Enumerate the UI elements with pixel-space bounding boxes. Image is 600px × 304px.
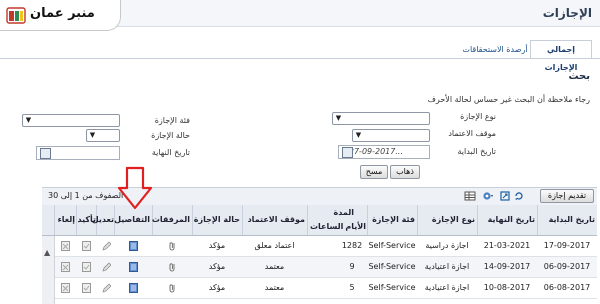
col-leave-category[interactable]: فئة الإجازة [367, 205, 418, 235]
page-title: الإجازات [542, 6, 592, 20]
table-row[interactable]: 17-09-2017 21-03-2021 اجازة دراسية Self-… [42, 236, 597, 257]
settings-gear-icon[interactable] [482, 191, 494, 201]
search-hint-text: رجاء ملاحظة أن البحث غير حساس لحالة الأح… [427, 95, 590, 104]
details-icon[interactable] [129, 241, 138, 251]
leave-category-cell: Self-Service [368, 262, 416, 271]
col-attachments: المرفقات [152, 205, 193, 235]
calendar-icon[interactable] [40, 148, 51, 159]
leave-state-cell: مؤكد [208, 262, 226, 271]
brand-logo-badge: منبر عمان [0, 0, 121, 31]
paperclip-icon[interactable] [168, 262, 177, 272]
col-cancel: إلغاء [54, 205, 77, 235]
paperclip-icon[interactable] [168, 283, 177, 293]
hours-cell [307, 236, 337, 256]
confirm-document-icon[interactable] [82, 283, 91, 293]
go-button[interactable]: ذهاب [390, 165, 420, 179]
col-start-date[interactable]: تاريخ البداية [537, 205, 598, 235]
start-date-value: (27-09-2017... [345, 147, 403, 156]
leave-type-select[interactable]: ▼ [332, 112, 430, 125]
table-view-icon[interactable] [464, 191, 476, 201]
tab-entitlement-balances[interactable]: أرصدة الاستحقاقات [462, 42, 528, 58]
approval-status-select[interactable]: ▼ [352, 129, 430, 142]
cancel-document-icon[interactable] [61, 283, 70, 293]
days-cell: 9 [349, 262, 355, 271]
paperclip-icon[interactable] [168, 241, 177, 251]
scroll-up-icon[interactable]: ▲ [44, 248, 50, 257]
end-date-cell: 14-09-2017 [483, 262, 531, 271]
refresh-icon[interactable] [514, 191, 524, 201]
table-scrollbar[interactable]: ▲ [42, 236, 55, 304]
col-leave-type[interactable]: نوع الإجازة [417, 205, 478, 235]
chevron-down-icon: ▼ [89, 131, 96, 139]
approval-status-cell: معتمد [264, 262, 285, 271]
detach-icon[interactable] [500, 191, 510, 201]
leave-category-label: فئة الإجازة [154, 116, 190, 125]
table-row[interactable]: 06-09-2017 14-09-2017 اجازة اعتيادية Sel… [42, 257, 597, 278]
col-end-date[interactable]: تاريخ النهاية [477, 205, 538, 235]
leave-type-cell: اجازة اعتيادية [424, 283, 470, 292]
submit-leave-button[interactable]: تقديم إجازة [540, 189, 594, 203]
approval-status-label: موقف الاعتماد [448, 129, 496, 138]
col-leave-state[interactable]: حالة الإجازة [192, 205, 243, 235]
hours-cell [307, 278, 337, 298]
col-confirm: تأكيد [76, 205, 97, 235]
hours-cell [307, 257, 337, 277]
end-date-cell: 10-08-2017 [483, 283, 531, 292]
pager-text: الصفوف من 1 إلى 30 [48, 191, 124, 200]
hours-header: الساعات [310, 222, 344, 231]
end-date-label: تاريخ النهاية [151, 148, 190, 157]
cancel-document-icon[interactable] [61, 241, 70, 251]
approval-status-cell: اعتماد معلق [254, 241, 295, 250]
days-cell: 5 [349, 283, 355, 292]
col-approval-status[interactable]: موقف الاعتماد [242, 205, 308, 235]
pencil-icon[interactable] [102, 283, 111, 293]
leave-state-label: حالة الإجازة [151, 131, 190, 140]
details-icon[interactable] [129, 283, 138, 293]
confirm-document-icon[interactable] [82, 262, 91, 272]
cancel-document-icon[interactable] [61, 262, 70, 272]
details-icon[interactable] [129, 262, 138, 272]
duration-header: المدة [333, 208, 354, 217]
days-header: الأيام [345, 222, 366, 231]
chevron-down-icon: ▼ [335, 114, 342, 122]
start-date-label: تاريخ البداية [457, 147, 496, 156]
leave-type-cell: اجازة دراسية [425, 241, 469, 250]
leave-category-select[interactable]: ▼ [22, 114, 120, 127]
end-date-input[interactable] [36, 146, 120, 160]
start-date-cell: 06-09-2017 [543, 262, 591, 271]
brand-name: منبر عمان [30, 6, 95, 21]
pencil-icon[interactable] [102, 262, 111, 272]
tab-divider [0, 58, 600, 59]
clear-button[interactable]: مسح [360, 165, 388, 179]
start-date-input[interactable]: (27-09-2017... [338, 145, 430, 159]
calendar-icon[interactable] [342, 147, 353, 158]
leave-state-cell: مؤكد [208, 241, 226, 250]
table-row[interactable]: 06-08-2017 10-08-2017 اجازة اعتيادية Sel… [42, 278, 597, 299]
pencil-icon[interactable] [102, 241, 111, 251]
leave-category-cell: Self-Service [368, 283, 416, 292]
days-cell: 1282 [341, 241, 363, 250]
leave-type-label: نوع الإجازة [460, 112, 496, 121]
approval-status-cell: معتمد [264, 283, 285, 292]
brand-logo-icon [6, 7, 26, 24]
chevron-down-icon: ▼ [355, 131, 362, 139]
leave-category-cell: Self-Service [368, 241, 416, 250]
search-section-title: بحث [568, 71, 590, 82]
end-date-cell: 21-03-2021 [483, 241, 531, 250]
start-date-cell: 06-08-2017 [543, 283, 591, 292]
chevron-down-icon: ▼ [25, 116, 32, 124]
leave-state-cell: مؤكد [208, 283, 226, 292]
col-duration: المدة الأيام الساعات [307, 205, 368, 235]
start-date-cell: 17-09-2017 [543, 241, 591, 250]
annotation-arrow-icon [117, 166, 153, 210]
col-edit: تعديل [92, 205, 115, 235]
tab-leave-summary[interactable]: إجمالي الإجازات [530, 40, 592, 72]
confirm-document-icon[interactable] [82, 241, 91, 251]
leave-type-cell: اجازة اعتيادية [424, 262, 470, 271]
leave-state-select[interactable]: ▼ [86, 129, 120, 142]
